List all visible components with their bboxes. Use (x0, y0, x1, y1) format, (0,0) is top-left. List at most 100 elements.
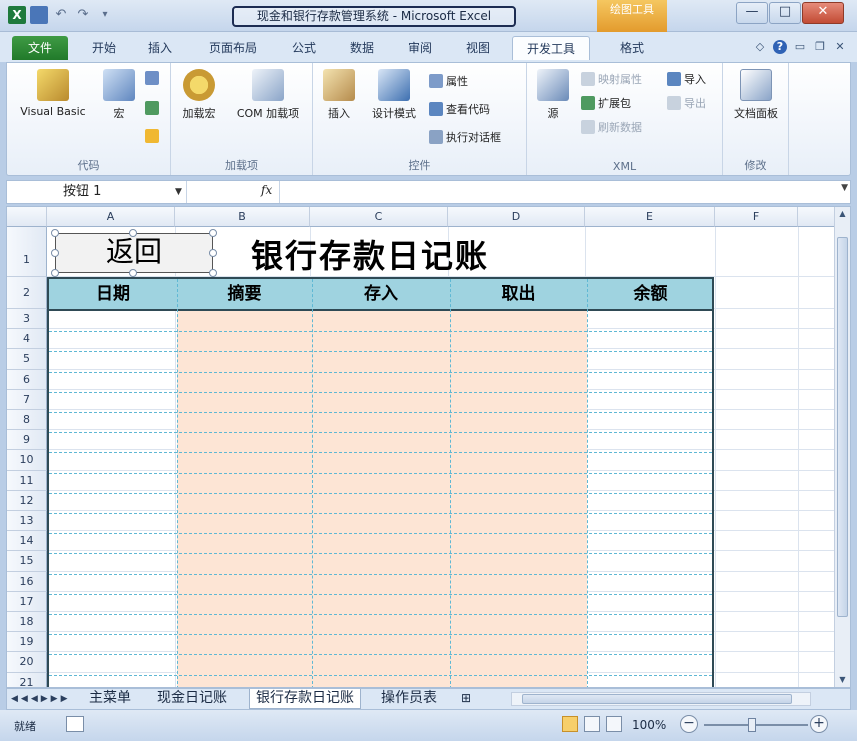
save-icon[interactable] (30, 6, 48, 24)
row-header[interactable]: 14 (7, 531, 47, 552)
page-layout-view-button[interactable] (584, 716, 600, 732)
doc-close-icon[interactable]: ✕ (833, 40, 847, 54)
insert-function-button[interactable]: fx (261, 183, 272, 197)
column-header-e[interactable]: E (585, 207, 715, 227)
row-header[interactable]: 7 (7, 389, 47, 410)
row-header[interactable]: 13 (7, 511, 47, 532)
tab-review[interactable]: 审阅 (400, 36, 440, 60)
row-header[interactable]: 9 (7, 430, 47, 451)
resize-handle[interactable] (129, 229, 137, 237)
resize-handle[interactable] (209, 269, 217, 277)
name-box[interactable]: 按钮 1 (7, 181, 187, 203)
name-box-dropdown-icon[interactable]: ▼ (175, 181, 182, 203)
row-header[interactable]: 17 (7, 591, 47, 612)
close-button[interactable]: ✕ (802, 2, 844, 24)
macro-security-button[interactable] (145, 129, 159, 143)
addins-button[interactable]: 加载宏 (177, 69, 221, 121)
row-header[interactable]: 12 (7, 490, 47, 511)
sheet-nav-icons[interactable]: ◀◀◀▶▶▶ (11, 691, 71, 707)
map-properties-button[interactable]: 映射属性 (581, 71, 642, 87)
column-header-a[interactable]: A (47, 207, 175, 227)
view-code-button[interactable]: 查看代码 (429, 101, 490, 117)
macro-record-icon[interactable] (66, 716, 84, 732)
undo-icon[interactable]: ↶ (52, 6, 70, 24)
normal-view-button[interactable] (562, 716, 578, 732)
column-header-d[interactable]: D (448, 207, 585, 227)
record-macro-button[interactable] (145, 71, 159, 85)
tab-view[interactable]: 视图 (458, 36, 498, 60)
excel-icon[interactable]: X (8, 6, 26, 24)
relative-refs-button[interactable] (145, 101, 159, 115)
tab-developer[interactable]: 开发工具 (512, 36, 590, 60)
row-header[interactable]: 4 (7, 329, 47, 350)
document-panel-button[interactable]: 文档面板 (729, 69, 783, 121)
resize-handle[interactable] (51, 229, 59, 237)
tab-page-layout[interactable]: 页面布局 (198, 36, 268, 60)
zoom-out-button[interactable]: − (680, 715, 698, 733)
row-header[interactable]: 1 (7, 227, 47, 277)
row-header[interactable]: 19 (7, 632, 47, 653)
column-header-f[interactable]: F (715, 207, 798, 227)
row-header[interactable]: 11 (7, 470, 47, 491)
row-header[interactable]: 6 (7, 369, 47, 390)
resize-handle[interactable] (209, 249, 217, 257)
sheet-tab-operators[interactable]: 操作员表 (375, 689, 443, 709)
row-header[interactable]: 2 (7, 277, 47, 309)
vertical-scroll-thumb[interactable] (837, 237, 848, 617)
vertical-scrollbar[interactable]: ▲ ▼ (834, 207, 850, 687)
zoom-slider-track[interactable] (704, 724, 808, 726)
insert-sheet-icon[interactable]: ⊞ (455, 689, 477, 709)
tab-home[interactable]: 开始 (84, 36, 124, 60)
row-header[interactable]: 8 (7, 410, 47, 431)
horizontal-scrollbar[interactable] (511, 692, 811, 706)
scroll-down-icon[interactable]: ▼ (835, 673, 850, 687)
row-header[interactable]: 3 (7, 309, 47, 330)
visual-basic-button[interactable]: Visual Basic (11, 69, 95, 118)
run-dialog-button[interactable]: 执行对话框 (429, 129, 501, 145)
formula-input[interactable] (279, 181, 834, 203)
customize-qat-icon[interactable]: ▾ (96, 6, 114, 24)
resize-handle[interactable] (51, 249, 59, 257)
expansion-packs-button[interactable]: 扩展包 (581, 95, 631, 111)
tab-file[interactable]: 文件 (12, 36, 68, 60)
design-mode-button[interactable]: 设计模式 (365, 69, 423, 121)
refresh-data-button[interactable]: 刷新数据 (581, 119, 642, 135)
tab-data[interactable]: 数据 (342, 36, 382, 60)
row-header[interactable]: 16 (7, 571, 47, 592)
row-header[interactable]: 15 (7, 551, 47, 572)
tab-formulas[interactable]: 公式 (284, 36, 324, 60)
horizontal-scroll-thumb[interactable] (522, 694, 792, 704)
maximize-button[interactable]: □ (769, 2, 801, 24)
help-icon[interactable]: ? (773, 40, 787, 54)
zoom-slider-thumb[interactable] (748, 718, 756, 732)
redo-icon[interactable]: ↷ (74, 6, 92, 24)
column-header-c[interactable]: C (310, 207, 448, 227)
expand-formula-bar-icon[interactable]: ▼ (841, 183, 848, 193)
page-break-view-button[interactable] (606, 716, 622, 732)
row-header[interactable]: 18 (7, 612, 47, 633)
tab-insert[interactable]: 插入 (140, 36, 180, 60)
sheet-tab-bank-journal[interactable]: 银行存款日记账 (249, 689, 361, 709)
insert-control-button[interactable]: 插入 (319, 69, 359, 121)
select-all-corner[interactable] (7, 207, 47, 227)
column-header-g[interactable] (798, 207, 836, 227)
zoom-in-button[interactable]: + (810, 715, 828, 733)
tab-format[interactable]: 格式 (604, 36, 660, 60)
column-header-b[interactable]: B (175, 207, 310, 227)
resize-handle[interactable] (51, 269, 59, 277)
import-button[interactable]: 导入 (667, 71, 706, 87)
sheet-tab-cash-journal[interactable]: 现金日记账 (151, 689, 233, 709)
resize-handle[interactable] (129, 269, 137, 277)
collapse-ribbon-icon[interactable]: ◇ (753, 40, 767, 54)
export-button[interactable]: 导出 (667, 95, 706, 111)
scroll-up-icon[interactable]: ▲ (835, 207, 850, 221)
sheet-tab-main-menu[interactable]: 主菜单 (83, 689, 137, 709)
properties-button[interactable]: 属性 (429, 73, 468, 89)
macros-button[interactable]: 宏 (99, 69, 139, 121)
com-addins-button[interactable]: COM 加载项 (227, 69, 309, 121)
doc-restore-icon[interactable]: ❐ (813, 40, 827, 54)
row-header[interactable]: 21 (7, 672, 47, 687)
row-header[interactable]: 10 (7, 450, 47, 471)
back-button[interactable]: 返回 (55, 233, 213, 273)
row-header[interactable]: 20 (7, 652, 47, 673)
